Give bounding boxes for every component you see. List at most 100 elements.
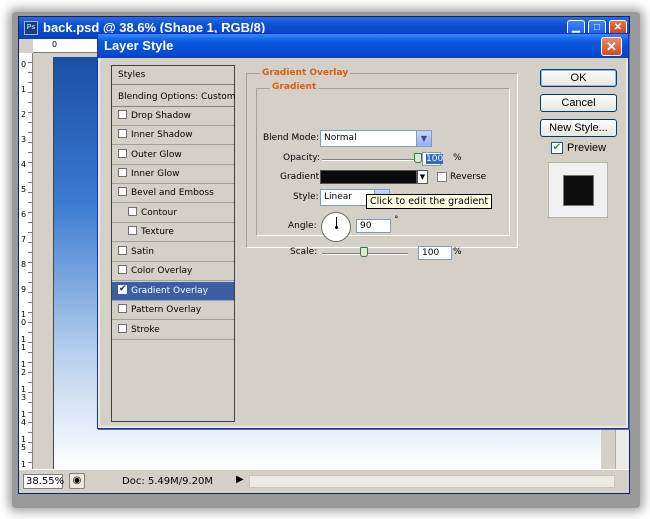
style-item-inner-glow[interactable]: Inner Glow [112, 165, 234, 184]
style-item-label: Texture [141, 227, 174, 237]
navigator-button[interactable]: ◉ [69, 473, 85, 489]
style-item-checkbox[interactable] [118, 246, 127, 255]
angle-input[interactable]: 90 [356, 219, 391, 233]
style-item-label: Bevel and Emboss [131, 188, 214, 198]
opacity-percent: % [453, 153, 462, 163]
style-item-gradient-overlay[interactable]: ✔ Gradient Overlay [112, 282, 234, 301]
style-item-checkbox[interactable] [118, 168, 127, 177]
photoshop-icon: Ps [24, 21, 38, 35]
scale-label: Scale: [290, 247, 318, 257]
ruler-left-label: 14 [21, 410, 27, 427]
zoom-field[interactable]: 38.55% [23, 474, 64, 489]
cancel-button[interactable]: Cancel [540, 94, 617, 112]
style-item-checkbox[interactable] [118, 129, 127, 138]
horizontal-scrollbar[interactable] [249, 475, 615, 488]
style-item-satin[interactable]: Satin [112, 243, 234, 262]
new-style-button[interactable]: New Style... [540, 119, 617, 137]
dialog-titlebar[interactable]: Layer Style ✕ [98, 34, 628, 58]
reverse-checkbox[interactable] [437, 172, 447, 182]
ruler-left-label: 8 [21, 260, 27, 269]
style-item-label: Color Overlay [131, 266, 193, 276]
layer-style-dialog: Layer Style ✕ Styles Blending Options: C… [97, 33, 629, 429]
ruler-left-label: 15 [21, 435, 27, 452]
preview-thumbnail [548, 162, 608, 218]
style-item-label: Satin [131, 247, 154, 257]
opacity-input[interactable]: 100 [422, 152, 444, 166]
style-item-stroke[interactable]: Stroke [112, 321, 234, 340]
blend-mode-select[interactable]: Normal ▼ [320, 130, 432, 147]
angle-center-dot [335, 226, 338, 229]
scale-slider-thumb[interactable] [360, 247, 369, 257]
style-item-color-overlay[interactable]: Color Overlay [112, 262, 234, 281]
ruler-left-label: 7 [21, 235, 27, 244]
opacity-label: Opacity: [283, 153, 320, 163]
style-item-label: Gradient Overlay [131, 286, 209, 296]
style-item-outer-glow[interactable]: Outer Glow [112, 146, 234, 165]
style-item-label: Outer Glow [131, 150, 182, 160]
style-item-label: Stroke [131, 325, 160, 335]
ruler-left-label: 4 [21, 160, 27, 169]
checkmark-icon: ✔ [119, 284, 127, 294]
status-menu-arrow-icon[interactable]: ▶ [236, 474, 244, 485]
ruler-left-label: 1 [21, 85, 27, 94]
style-item-bevel-and-emboss[interactable]: Bevel and Emboss [112, 184, 234, 203]
close-dialog-button[interactable]: ✕ [601, 37, 622, 56]
scale-input[interactable]: 100 [418, 246, 452, 260]
status-bar: 38.55% ◉ Doc: 5.49M/9.20M ▶ [19, 469, 629, 493]
ruler-left-label: 11 [21, 335, 27, 352]
ruler-left-label: 10 [21, 310, 27, 327]
style-item-label: Inner Glow [131, 169, 180, 179]
style-item-drop-shadow[interactable]: Drop Shadow [112, 107, 234, 126]
subsection-title: Gradient [270, 82, 319, 92]
style-item-checkbox[interactable] [118, 265, 127, 274]
style-item-checkbox[interactable] [118, 304, 127, 313]
opacity-value: 100 [426, 154, 444, 164]
scale-percent: % [453, 247, 462, 257]
style-item-label: Pattern Overlay [131, 305, 202, 315]
style-value: Linear [324, 192, 352, 202]
style-item-checkbox[interactable] [118, 110, 127, 119]
ruler-left-label: 3 [21, 135, 27, 144]
style-item-checkbox[interactable]: ✔ [118, 284, 127, 294]
opacity-slider-track[interactable] [322, 159, 418, 161]
angle-dial[interactable] [321, 212, 351, 242]
opacity-slider-thumb[interactable] [414, 153, 422, 163]
style-item-checkbox[interactable] [128, 207, 137, 216]
blending-options-item[interactable]: Blending Options: Custom [112, 88, 236, 107]
gradient-dropdown-icon[interactable]: ▼ [417, 170, 428, 184]
ruler-left-label: 6 [21, 210, 27, 219]
style-item-texture[interactable]: Texture [112, 223, 234, 242]
degree-symbol: ° [394, 215, 399, 225]
blend-mode-label: Blend Mode: [263, 133, 320, 143]
preview-label: Preview [567, 142, 607, 154]
doc-info: Doc: 5.49M/9.20M [122, 476, 214, 487]
preview-checkbox[interactable]: ✔ [551, 142, 563, 154]
ruler-left-label: 5 [21, 185, 27, 194]
ruler-vertical: 012345678910111213141516 [19, 53, 33, 477]
style-item-checkbox[interactable] [118, 324, 127, 333]
style-item-checkbox[interactable] [118, 187, 127, 196]
dialog-body: Styles Blending Options: Custom Drop Sha… [100, 58, 626, 426]
ruler-left-label: 2 [21, 110, 27, 119]
section-title: Gradient Overlay [260, 68, 351, 78]
style-label: Style: [293, 192, 319, 202]
blend-mode-value: Normal [324, 133, 357, 143]
style-item-label: Contour [141, 208, 177, 218]
style-item-pattern-overlay[interactable]: Pattern Overlay [112, 301, 234, 320]
style-item-checkbox[interactable] [128, 226, 137, 235]
style-item-inner-shadow[interactable]: Inner Shadow [112, 126, 234, 145]
ruler-left-label: 0 [21, 60, 27, 69]
gradient-swatch[interactable] [320, 170, 417, 184]
ok-button[interactable]: OK [540, 69, 617, 87]
style-item-checkbox[interactable] [118, 149, 127, 158]
gradient-label: Gradient: [280, 172, 323, 182]
dialog-title: Layer Style [104, 38, 174, 53]
styles-header[interactable]: Styles [112, 66, 234, 85]
chevron-down-icon[interactable]: ▼ [416, 131, 431, 146]
ruler-left-label: 13 [21, 385, 27, 402]
ruler-top-label: 0 [52, 40, 58, 49]
ruler-left-label: 12 [21, 360, 27, 377]
preview-swatch [564, 176, 593, 205]
reverse-label: Reverse [450, 172, 487, 182]
style-item-contour[interactable]: Contour [112, 204, 234, 223]
